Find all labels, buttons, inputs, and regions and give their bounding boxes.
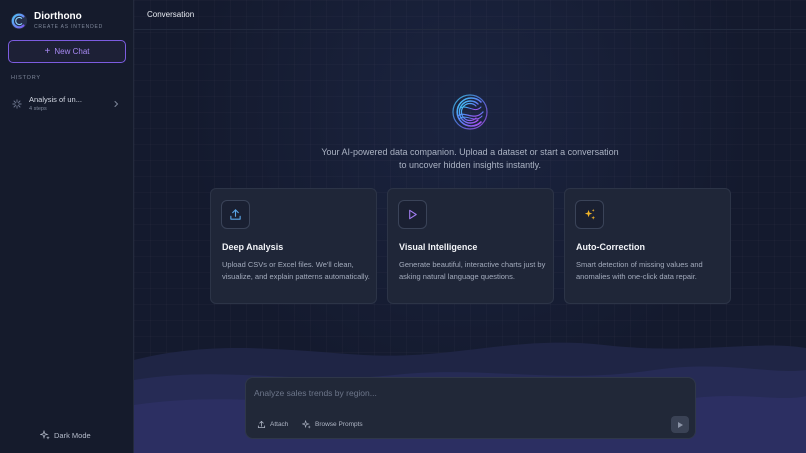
brand-tagline: CREATE AS INTENDED xyxy=(34,24,104,30)
send-button[interactable] xyxy=(671,416,689,433)
plus-icon: + xyxy=(44,45,51,57)
top-bar: Conversation xyxy=(134,0,806,30)
browse-prompts-label: Browse Prompts xyxy=(315,421,363,428)
upload-icon xyxy=(257,420,266,429)
history-item-title: Analysis of un... xyxy=(29,94,82,104)
new-chat-label: New Chat xyxy=(54,47,90,56)
sparkles-icon xyxy=(40,430,50,440)
chevron-right-icon xyxy=(114,101,119,107)
feature-card-deep-analysis[interactable]: Deep Analysis Upload CSVs or Excel files… xyxy=(210,188,377,304)
sidebar: Diorthono CREATE AS INTENDED + New Chat … xyxy=(0,0,134,453)
upload-icon xyxy=(230,209,241,220)
card-icon-box xyxy=(575,200,604,229)
sparkles-icon xyxy=(302,420,311,429)
card-title: Auto-Correction xyxy=(576,242,645,252)
message-composer: Attach Browse Prompts xyxy=(245,377,696,439)
card-description: Smart detection of missing values and an… xyxy=(576,260,703,281)
card-title: Visual Intelligence xyxy=(399,242,478,252)
history-item-steps: 4 steps xyxy=(29,105,47,112)
new-chat-button[interactable]: + New Chat xyxy=(8,40,126,63)
sparkle-icon xyxy=(12,99,22,109)
feature-card-visual-intelligence[interactable]: Visual Intelligence Generate beautiful, … xyxy=(387,188,554,304)
brand[interactable]: Diorthono CREATE AS INTENDED xyxy=(10,11,103,31)
main-panel: Conversation Your AI-powered data compan… xyxy=(134,0,806,453)
history-item[interactable]: Analysis of un... 4 steps xyxy=(8,90,126,118)
brand-name: Diorthono xyxy=(34,11,82,22)
hero-logo-icon xyxy=(452,94,488,130)
card-icon-box xyxy=(221,200,250,229)
intro-text: Your AI-powered data companion. Upload a… xyxy=(321,147,619,170)
card-description: Generate beautiful, interactive charts j… xyxy=(399,260,546,281)
feature-card-auto-correction[interactable]: Auto-Correction Smart detection of missi… xyxy=(564,188,731,304)
dark-mode-toggle[interactable]: Dark Mode xyxy=(40,430,91,440)
play-icon xyxy=(409,209,417,220)
attach-button[interactable]: Attach xyxy=(257,420,288,429)
card-description: Upload CSVs or Excel files. We'll clean,… xyxy=(222,260,370,281)
browse-prompts-button[interactable]: Browse Prompts xyxy=(302,420,363,429)
page-title: Conversation xyxy=(147,10,195,19)
brand-logo-icon xyxy=(10,12,28,30)
history-heading: HISTORY xyxy=(11,75,41,81)
dark-mode-label: Dark Mode xyxy=(54,430,91,440)
sparkle-icon xyxy=(584,208,596,220)
card-icon-box xyxy=(398,200,427,229)
card-title: Deep Analysis xyxy=(222,242,284,252)
message-input[interactable] xyxy=(254,386,684,400)
attach-label: Attach xyxy=(270,421,289,428)
send-play-icon xyxy=(678,421,683,428)
